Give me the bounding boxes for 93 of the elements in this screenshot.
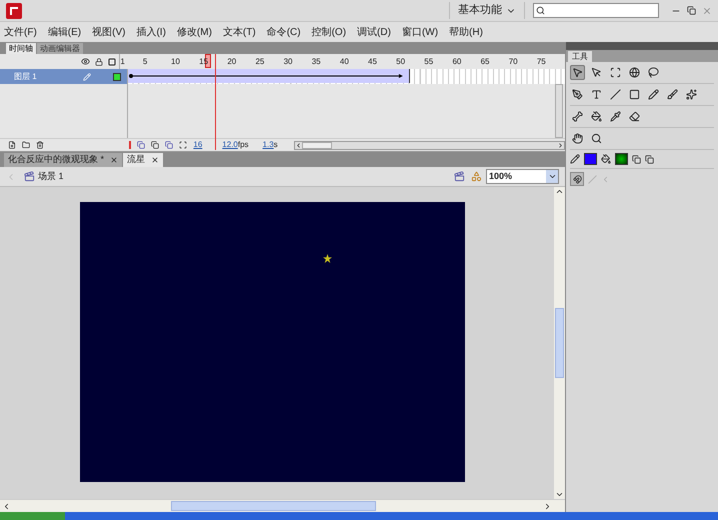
workspace-dropdown[interactable]: 基本功能 [449, 2, 525, 19]
panel-tab[interactable]: 工具 [568, 51, 592, 62]
close-icon[interactable] [151, 156, 160, 164]
document-tab[interactable]: 化合反应中的微观现象 * [4, 153, 122, 167]
frame-number: 45 [368, 57, 377, 66]
lasso-tool-icon[interactable] [646, 65, 661, 80]
stage-hscrollbar[interactable] [0, 499, 565, 512]
fill-color-swatch[interactable] [615, 153, 628, 165]
eraser-tool-icon[interactable] [627, 109, 642, 124]
dropper-tool-icon[interactable] [608, 109, 623, 124]
frame-number: 1 [120, 57, 125, 66]
zoom-tool-icon[interactable] [589, 131, 604, 146]
frame-number: 10 [171, 57, 180, 66]
pencil-icon [83, 72, 91, 80]
bucket-tool-icon[interactable] [589, 109, 604, 124]
stroke-color-swatch[interactable] [584, 153, 597, 165]
scroll-right-icon[interactable] [543, 502, 552, 510]
search-field[interactable] [533, 3, 659, 18]
current-frame: 16 [193, 139, 202, 151]
frame-number: 5 [142, 57, 148, 66]
menu-item[interactable]: 窗口(W) [402, 24, 438, 40]
hand-tool-icon[interactable] [570, 131, 585, 146]
frame-number: 75 [536, 57, 546, 66]
scroll-right-icon[interactable] [557, 142, 564, 148]
tween-span[interactable] [128, 69, 410, 83]
menu-item[interactable]: 插入(I) [136, 24, 166, 40]
menu-item[interactable]: 命令(C) [266, 24, 301, 40]
app-logo-icon [6, 2, 22, 18]
start-button[interactable] [0, 512, 65, 520]
frame-number: 30 [284, 57, 292, 66]
folder-icon[interactable] [22, 141, 30, 149]
menu-item[interactable]: 文件(F) [4, 24, 37, 40]
dropdown-icon [548, 172, 556, 181]
frame-number: 50 [396, 57, 406, 66]
frame-rate: 12.0fps [222, 139, 249, 151]
scroll-left-icon[interactable] [2, 502, 11, 510]
search-icon [536, 6, 545, 15]
scroll-thumb[interactable] [555, 308, 564, 378]
fill-color-icon [601, 154, 611, 164]
frame-number: 20 [227, 57, 236, 66]
menu-item[interactable]: 视图(V) [92, 24, 126, 40]
panel-tab[interactable]: 时间轴 [6, 43, 36, 54]
scene-icon [24, 171, 35, 182]
new-layer-icon[interactable] [8, 141, 16, 149]
document-tab[interactable]: 流星 [123, 153, 164, 167]
layer-name: 图层 1 [14, 70, 38, 82]
scroll-thumb[interactable] [171, 501, 376, 511]
timeline-hscrollbar[interactable] [294, 140, 565, 150]
deco-tool-icon[interactable] [684, 87, 699, 102]
stage-vscrollbar[interactable] [554, 187, 565, 499]
bone-tool-icon[interactable] [570, 109, 585, 124]
frame-number: 55 [424, 57, 434, 66]
timeline-scrollbar[interactable] [555, 84, 563, 138]
close-icon[interactable] [110, 156, 118, 164]
menu-item[interactable]: 控制(O) [312, 24, 346, 40]
brush-tool-icon[interactable] [665, 87, 680, 102]
star-icon [323, 254, 332, 263]
lock-icon[interactable] [95, 58, 104, 66]
pencil-tool-icon[interactable] [646, 87, 661, 102]
arrow-tool-icon[interactable] [570, 65, 585, 80]
elapsed-time: 1.3s [262, 139, 278, 151]
outline-icon[interactable] [108, 58, 116, 66]
scene-label: 场景 1 [38, 170, 64, 183]
frame-number: 60 [452, 57, 462, 66]
scroll-down-icon[interactable] [555, 490, 564, 499]
sphere-tool-icon[interactable] [627, 65, 642, 80]
line-tool-icon[interactable] [608, 87, 623, 102]
panel-tab[interactable]: 动画编辑器 [37, 43, 83, 54]
frame-number: 70 [508, 57, 518, 66]
menu-item[interactable]: 调试(D) [357, 24, 391, 40]
eye-icon[interactable] [81, 57, 90, 66]
edit-scene-icon[interactable] [454, 171, 465, 182]
frame-number: 65 [480, 57, 490, 66]
menu-item[interactable]: 修改(M) [176, 24, 212, 40]
rectangle-tool-icon[interactable] [627, 87, 642, 102]
snap-magnet-icon[interactable] [570, 172, 584, 186]
zoom-dropdown[interactable]: 100% [486, 169, 559, 184]
menu-item[interactable]: 帮助(H) [449, 24, 483, 40]
layer-color-swatch[interactable] [113, 72, 121, 80]
pen-tool-icon[interactable] [570, 87, 585, 102]
transform-tool-icon[interactable] [608, 65, 623, 80]
scroll-left-icon[interactable] [294, 142, 302, 148]
menu-item[interactable]: 编辑(E) [48, 24, 82, 40]
scroll-thumb[interactable] [302, 142, 332, 148]
frame-number: 35 [312, 57, 321, 66]
scroll-up-icon[interactable] [555, 187, 564, 196]
tween-arrow-icon [129, 73, 405, 79]
stroke-color-icon [570, 154, 580, 164]
frame-number: 40 [340, 57, 349, 66]
menu-item[interactable]: 文本(T) [222, 24, 256, 40]
restore-icon[interactable] [687, 6, 696, 15]
frame-number: 25 [255, 57, 264, 66]
trash-icon[interactable] [36, 141, 44, 149]
